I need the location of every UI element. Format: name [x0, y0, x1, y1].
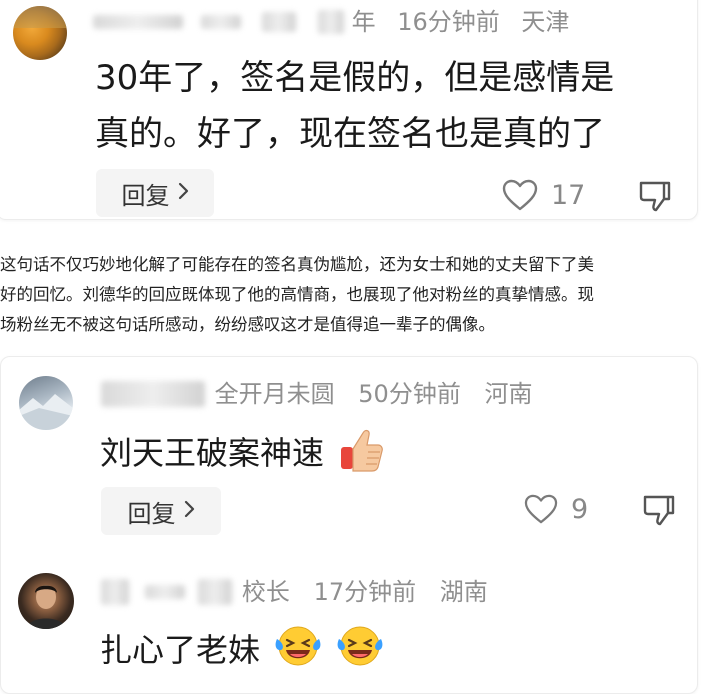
laughing-crying-emoji: [274, 623, 322, 681]
like-button[interactable]: 9: [523, 491, 588, 527]
username-visible-part: 校长: [241, 578, 290, 606]
chevron-right-icon: [178, 181, 189, 206]
reply-label: 回复: [121, 181, 170, 210]
article-paragraph: 这句话不仅巧妙地化解了可能存在的签名真伪尴尬，还为女士和她的丈夫留下了美 好的回…: [0, 250, 701, 340]
blurred-username: [317, 10, 344, 34]
blurred-username: [144, 585, 185, 599]
comment-text-line-1: 30年了，签名是假的，但是感情是: [95, 58, 615, 98]
comment-location: 河南: [484, 380, 533, 408]
comment-text: 扎心了老妹: [100, 623, 384, 681]
avatar[interactable]: [19, 376, 73, 430]
dislike-button[interactable]: [642, 493, 676, 527]
comment-text: 刘天王破案神速: [100, 425, 384, 485]
chevron-right-icon: [184, 499, 195, 524]
like-count: 17: [551, 179, 586, 211]
username-visible-part: 年: [351, 8, 376, 36]
reply-label: 回复: [127, 499, 176, 528]
heart-outline-icon: [523, 493, 559, 525]
blurred-username: [198, 579, 233, 605]
like-button[interactable]: 17: [501, 177, 585, 213]
comment-location: 湖南: [439, 578, 488, 606]
comment-time: 16分钟前: [397, 8, 500, 36]
article-line-2: 好的回忆。刘德华的回应既体现了他的高情商，也展现了他对粉丝的真挚情感。现: [0, 286, 594, 304]
like-count: 9: [571, 493, 589, 525]
avatar[interactable]: [18, 573, 74, 629]
article-line-1: 这句话不仅巧妙地化解了可能存在的签名真伪尴尬，还为女士和她的丈夫留下了美: [0, 256, 594, 274]
comment-text-content: 扎心了老妹: [100, 631, 261, 669]
comment-location: 天津: [521, 8, 570, 36]
dislike-button[interactable]: [638, 179, 672, 213]
comment-text-content: 刘天王破案神速: [100, 434, 325, 472]
laughing-crying-emoji: [336, 623, 384, 681]
blurred-username: [200, 15, 241, 29]
comment-meta: 全开月未圆 50分钟前 河南: [101, 377, 532, 409]
comment-card-2: 全开月未圆 50分钟前 河南 刘天王破案神速 回复 9 校长 17分钟前 湖南 …: [0, 356, 698, 694]
comment-meta: 年 16分钟前 天津: [93, 5, 569, 37]
avatar[interactable]: [13, 6, 67, 60]
comment-card-1: 年 16分钟前 天津 30年了，签名是假的，但是感情是 真的。好了，现在签名也是…: [0, 0, 698, 220]
blurred-username: [101, 381, 205, 407]
reply-button[interactable]: 回复: [96, 169, 214, 217]
heart-outline-icon: [501, 178, 539, 212]
blurred-username: [101, 579, 129, 605]
blurred-username: [93, 15, 183, 29]
comment-time: 50分钟前: [358, 380, 461, 408]
thumbs-down-icon: [638, 181, 672, 217]
thumbs-up-emoji: [338, 425, 384, 485]
comment-text-line-2: 真的。好了，现在签名也是真的了: [95, 114, 605, 154]
blurred-username: [262, 12, 297, 32]
comment-time: 17分钟前: [313, 578, 417, 606]
reply-button[interactable]: 回复: [101, 487, 221, 535]
thumbs-down-icon: [642, 495, 676, 531]
username-visible-part: 全开月未圆: [214, 380, 335, 408]
comment-meta: 校长 17分钟前 湖南: [101, 575, 488, 607]
article-line-3: 场粉丝无不被这句话所感动，纷纷感叹这才是值得追一辈子的偶像。: [0, 316, 495, 334]
